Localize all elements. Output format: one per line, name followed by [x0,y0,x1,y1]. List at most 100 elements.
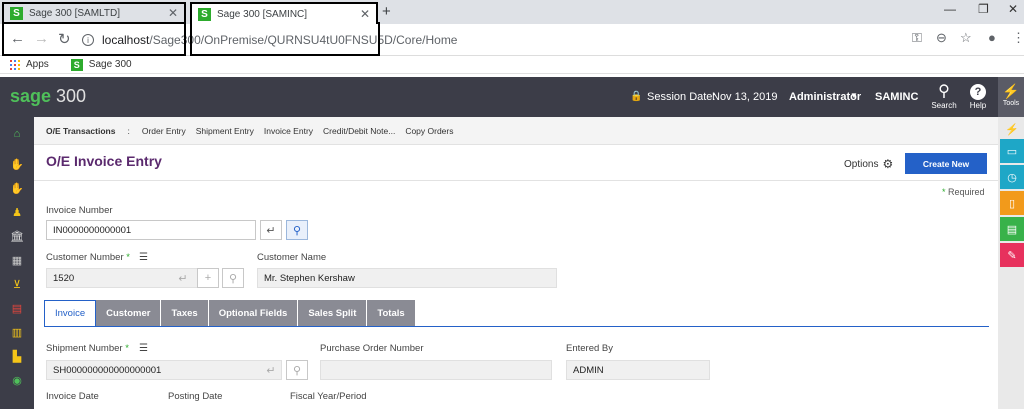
bookmark-label: Apps [26,59,49,70]
help-label: Help [969,101,987,110]
plus-icon[interactable]: + [197,268,219,288]
bookmark-star-icon[interactable]: ☆ [960,30,972,46]
link-copy-orders[interactable]: Copy Orders [405,126,453,136]
building-icon[interactable]: ▦ [10,253,24,267]
enter-arrow-icon[interactable]: ↵ [260,360,282,380]
company-name[interactable]: SAMINC [875,91,918,103]
session-date[interactable]: Nov 13, 2019 [712,91,777,103]
document-icon[interactable]: ▯ [1000,191,1024,215]
enter-arrow-icon[interactable]: ↵ [260,220,282,240]
close-window-icon[interactable]: ✕ [1008,2,1018,16]
invoice-number-label: Invoice Number [46,205,113,216]
calendar-icon[interactable]: ▥ [10,325,24,339]
entered-by-label: Entered By [566,343,613,354]
hamburger-menu-icon[interactable]: ☰ [139,252,148,263]
apps-grid-icon [10,59,20,70]
breadcrumb-separator: : [127,125,130,136]
invoice-number-input[interactable]: IN0000000000001 [46,220,256,240]
tools-button[interactable]: ⚡ Tools [998,77,1024,117]
tab-taxes[interactable]: Taxes [161,300,209,327]
lightning-icon[interactable]: ⚡ [1000,117,1024,141]
options-label: Options [844,158,879,170]
home-icon[interactable]: ⌂ [10,127,24,141]
shipment-number-label-text: Shipment Number [46,343,123,354]
fiscal-year-period-label: Fiscal Year/Period [290,391,367,402]
session-date-label: Session Date: [647,91,716,103]
bookmark-label: Sage 300 [88,59,132,70]
customer-search-icon[interactable]: ⚲ [222,268,244,288]
logo-brand: sage [10,86,52,106]
customer-number-label: Customer Number * [46,252,130,263]
people-icon[interactable]: ♟ [10,205,24,219]
tools-label: Tools [1002,100,1020,107]
sage-favicon-icon: S [70,58,83,71]
po-number-input[interactable] [320,360,552,380]
key-icon[interactable]: ⚿ [912,30,922,46]
shipment-number-input[interactable]: SH000000000000000001 [46,360,282,380]
tab-underline [44,326,989,327]
create-new-button[interactable]: Create New [905,153,987,174]
globe-icon[interactable]: ◉ [10,373,24,387]
options-button[interactable]: Options ⚙ [844,157,893,171]
bookmark-apps[interactable]: Apps [10,59,49,70]
hamburger-menu-icon[interactable]: ☰ [139,343,148,354]
profile-icon[interactable]: ● [988,30,996,45]
pen-icon[interactable]: ✎ [1000,243,1024,267]
help-icon: ? [970,84,986,100]
browser-tab-saminc[interactable]: S Sage 300 [SAMINC] ✕ [190,2,378,24]
enter-arrow-icon[interactable]: ↵ [172,268,194,288]
link-invoice-entry[interactable]: Invoice Entry [264,126,313,136]
sage-favicon-icon: S [10,6,23,20]
restore-icon[interactable]: ❐ [978,2,989,16]
tab-totals[interactable]: Totals [367,300,416,327]
zoom-icon[interactable]: ⊖ [936,30,947,46]
customer-name-field: Mr. Stephen Kershaw [257,268,557,288]
shipment-search-icon[interactable]: ⚲ [286,360,308,380]
hand-money-icon[interactable]: ✋ [10,157,24,171]
sage-favicon-icon: S [198,7,211,21]
link-credit-debit-note[interactable]: Credit/Debit Note... [323,126,395,136]
logo-number: 300 [51,86,87,106]
invoice-date-label: Invoice Date [46,391,99,402]
tab-customer[interactable]: Customer [96,300,162,327]
basket-icon[interactable]: ⊻ [10,277,24,291]
tab-optional-fields[interactable]: Optional Fields [208,300,299,327]
tab-sales-split[interactable]: Sales Split [298,300,368,327]
help-button[interactable]: ? Help [964,83,992,110]
required-note: * Required [942,187,985,197]
factory-icon[interactable]: ▙ [10,349,24,363]
window-icon[interactable]: ▭ [1000,139,1024,163]
tab-invoice[interactable]: Invoice [44,300,97,327]
close-tab-icon[interactable]: ✕ [168,6,178,20]
chart-icon[interactable]: ▤ [10,301,24,315]
required-text: Required [945,187,985,197]
search-icon: ⚲ [938,83,950,100]
search-button[interactable]: ⚲ Search [930,83,958,110]
right-rail: ⚡ ▭ ◷ ▯ ▤ ✎ [998,117,1024,409]
bank-icon[interactable]: 🏛 [10,229,24,243]
new-tab-button[interactable]: + [382,3,391,20]
bookmarks-bar: Apps S Sage 300 [0,56,1024,74]
required-star: * [125,343,129,354]
close-tab-icon[interactable]: ✕ [360,7,370,21]
invoice-search-icon[interactable]: ⚲ [286,220,308,240]
minimize-icon[interactable]: — [944,2,956,16]
lock-icon: 🔒 [630,91,643,102]
browser-tab-title: Sage 300 [SAMINC] [217,8,308,20]
link-shipment-entry[interactable]: Shipment Entry [196,126,254,136]
po-number-label: Purchase Order Number [320,343,424,354]
bookmark-sage300[interactable]: S Sage 300 [70,58,132,71]
browser-tab-samltd[interactable]: S Sage 300 [SAMLTD] ✕ [2,2,186,24]
main-content: O/E Transactions : Order Entry Shipment … [34,117,998,409]
report-icon[interactable]: ▤ [1000,217,1024,241]
browser-tab-strip: S Sage 300 [SAMLTD] ✕ S Sage 300 [SAMINC… [0,0,1024,24]
menu-dots-icon[interactable]: ⋮ [1012,30,1024,46]
search-label: Search [931,101,957,110]
sage-300-logo[interactable]: sage 300 [10,86,86,107]
link-order-entry[interactable]: Order Entry [142,126,186,136]
hand-coins-icon[interactable]: ✋ [10,181,24,195]
chevron-down-icon[interactable]: ▼ [850,91,858,100]
customer-number-label-text: Customer Number [46,252,124,263]
monitor-clock-icon[interactable]: ◷ [1000,165,1024,189]
required-star: * [126,252,130,263]
